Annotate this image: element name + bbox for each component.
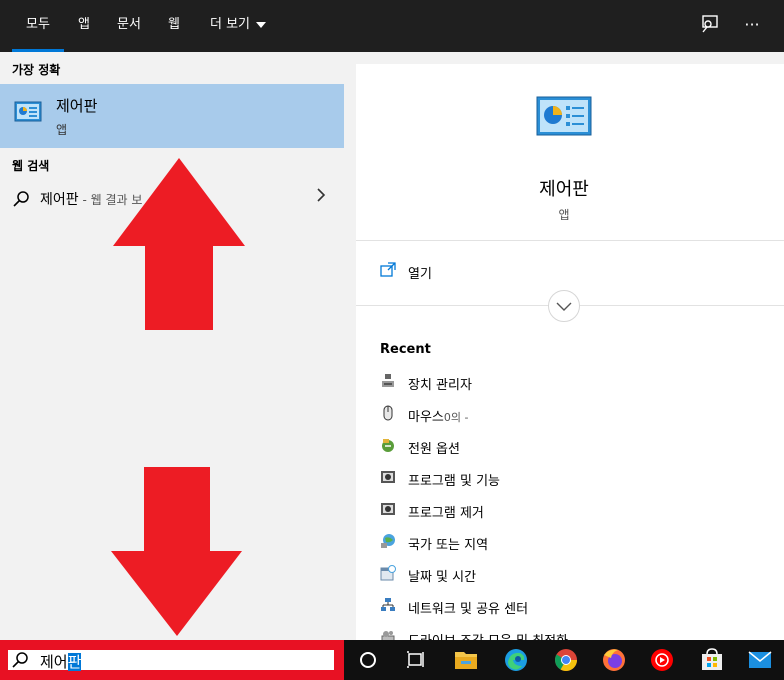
recent-item[interactable]: 전원 옵션 — [380, 434, 760, 458]
tab-more-label: 더 보기 — [209, 17, 250, 32]
tab-apps[interactable]: 앱 — [68, 0, 100, 52]
open-icon — [380, 262, 396, 282]
tab-all-label: 모두 — [26, 17, 50, 32]
recent-item-label: 마우스 — [408, 410, 444, 425]
feedback-icon[interactable] — [698, 14, 722, 38]
mouse-icon — [383, 405, 393, 421]
recent-item[interactable]: 마우스0의 - — [380, 402, 760, 426]
app-subtitle: 앱 — [558, 208, 570, 222]
expand-button[interactable] — [548, 290, 580, 322]
recent-item-label: 국가 또는 지역 — [408, 538, 489, 553]
power-options-icon — [382, 439, 394, 452]
more-icon[interactable]: ··· — [740, 14, 764, 38]
divider — [356, 240, 784, 241]
edge-icon[interactable] — [494, 640, 538, 680]
recent-item-label: 전원 옵션 — [408, 442, 460, 457]
best-match-title: 제어판 — [56, 97, 98, 115]
search-box-highlight: 제어판 — [0, 640, 344, 680]
recent-item[interactable]: 프로그램 제거 — [380, 498, 760, 522]
app-title: 제어판 — [539, 179, 589, 200]
arrow-down-annotation — [111, 467, 242, 636]
recent-item-label: 네트워크 및 공유 센터 — [408, 602, 529, 617]
recent-item-label: 프로그램 제거 — [408, 506, 484, 521]
search-typed-text: 제어 — [40, 653, 68, 671]
store-icon[interactable] — [690, 640, 734, 680]
search-icon — [11, 651, 29, 673]
cortana-icon[interactable] — [346, 640, 390, 680]
best-match-label: 가장 정확 — [12, 63, 61, 77]
best-match-item[interactable]: 제어판 앱 — [0, 84, 344, 148]
control-panel-icon — [14, 100, 42, 128]
recent-item[interactable]: 장치 관리자 — [380, 370, 760, 394]
youtube-music-icon[interactable] — [640, 640, 684, 680]
recent-item-label: 프로그램 및 기능 — [408, 474, 500, 489]
details-card: 제어판 앱 열기 Recent 장치 관리자 마우스0의 - 전원 옵션 프로그… — [356, 64, 784, 664]
recent-item-label: 장치 관리자 — [408, 378, 472, 393]
region-icon — [381, 534, 395, 548]
tab-web[interactable]: 웹 — [158, 0, 190, 52]
best-match-subtitle: 앱 — [56, 123, 68, 137]
recent-item[interactable]: 네트워크 및 공유 센터 — [380, 594, 760, 618]
search-input[interactable]: 제어판 — [8, 650, 334, 673]
tab-documents-label: 문서 — [117, 17, 141, 32]
task-view-icon[interactable] — [394, 640, 438, 680]
tab-apps-label: 앱 — [78, 17, 90, 32]
tab-more[interactable]: 더 보기 — [200, 0, 276, 52]
date-time-icon — [380, 565, 396, 581]
tab-web-label: 웹 — [168, 17, 180, 32]
search-selected-text: 판 — [67, 653, 82, 671]
open-label: 열기 — [408, 267, 432, 282]
tab-all[interactable]: 모두 — [12, 0, 64, 52]
web-search-label: 웹 검색 — [12, 159, 50, 173]
chevron-right-icon[interactable] — [316, 187, 326, 208]
tab-documents[interactable]: 문서 — [108, 0, 150, 52]
caret-down-icon — [256, 21, 266, 28]
uninstall-program-icon — [381, 503, 395, 515]
web-result-query: 제어판 — [40, 192, 79, 208]
device-manager-icon — [382, 374, 394, 387]
firefox-icon[interactable] — [592, 640, 636, 680]
arrow-up-annotation — [113, 158, 245, 330]
chrome-icon[interactable] — [544, 640, 588, 680]
search-filter-bar: 모두 앱 문서 웹 더 보기 ··· — [0, 0, 784, 52]
chevron-down-icon — [556, 302, 572, 311]
recent-item[interactable]: 국가 또는 지역 — [380, 530, 760, 554]
recent-item-label: 날짜 및 시간 — [408, 570, 477, 585]
network-center-icon — [381, 598, 395, 611]
recent-heading: Recent — [380, 342, 431, 357]
file-explorer-icon[interactable] — [444, 640, 488, 680]
programs-features-icon — [381, 471, 395, 483]
recent-item[interactable]: 프로그램 및 기능 — [380, 466, 760, 490]
details-panel: 제어판 앱 열기 Recent 장치 관리자 마우스0의 - 전원 옵션 프로그… — [344, 52, 784, 664]
recent-item-suffix: 0의 - — [443, 411, 469, 424]
recent-item[interactable]: 날짜 및 시간 — [380, 562, 760, 586]
control-panel-large-icon — [536, 96, 592, 140]
taskbar: 제어판 — [0, 640, 784, 680]
mail-icon[interactable] — [738, 640, 782, 680]
search-icon — [12, 190, 30, 212]
